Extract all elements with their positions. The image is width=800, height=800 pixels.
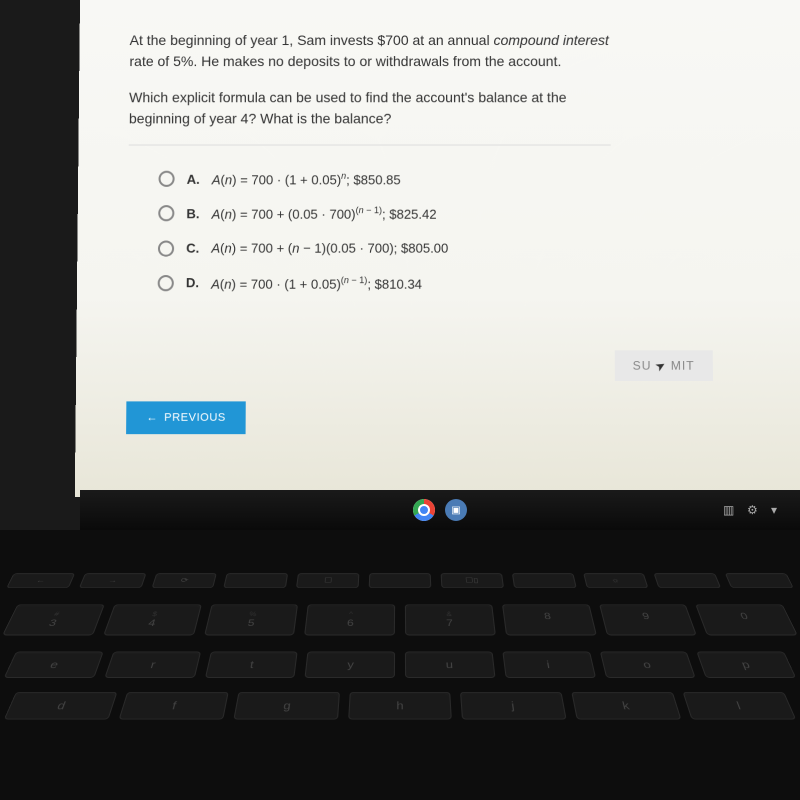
key[interactable]	[725, 573, 794, 588]
key[interactable]: ☐▯	[440, 573, 503, 588]
key-e[interactable]: e	[4, 652, 104, 678]
number-row: #3 $4 %5 ^6 &7 8 9 0	[2, 604, 798, 635]
cursor-icon: ➤	[653, 357, 670, 375]
key[interactable]: ←	[6, 573, 75, 588]
question-text: At the beginning of year 1, Sam invests …	[129, 30, 610, 72]
key[interactable]: &7	[405, 604, 496, 635]
key[interactable]: $4	[103, 604, 201, 635]
key-r[interactable]: r	[104, 652, 201, 678]
key-p[interactable]: p	[697, 652, 797, 678]
key-j[interactable]: j	[460, 692, 566, 720]
key-u[interactable]: u	[405, 652, 495, 678]
submit-label-end: MIT	[671, 358, 695, 372]
key[interactable]: ☐	[296, 573, 359, 588]
key[interactable]	[654, 573, 722, 588]
key[interactable]	[512, 573, 577, 588]
option-c[interactable]: C. A(n) = 700 + (n − 1)(0.05 · 700); $80…	[158, 240, 752, 256]
option-d[interactable]: D. A(n) = 700 · (1 + 0.05)(n − 1); $810.…	[158, 275, 753, 292]
prompt-line2: beginning of year 4? What is the balance…	[129, 110, 392, 126]
question-emphasis: compound interest	[494, 32, 609, 48]
letter-row-1: e r t y u i o p	[4, 652, 797, 678]
option-letter: B.	[186, 206, 199, 221]
key-o[interactable]: o	[599, 652, 696, 678]
wifi-icon[interactable]: ▾	[771, 503, 785, 517]
question-line2: rate of 5%. He makes no deposits to or w…	[129, 53, 561, 69]
previous-button[interactable]: PREVIOUS	[126, 401, 246, 434]
key-h[interactable]: h	[348, 692, 453, 720]
option-letter: A.	[187, 171, 200, 186]
quiz-screen: At the beginning of year 1, Sam invests …	[75, 0, 800, 497]
taskbar: ▣ ▥ ⚙ ▾	[80, 490, 800, 530]
key[interactable]: 8	[502, 604, 597, 635]
option-formula: A(n) = 700 · (1 + 0.05)n; $850.85	[212, 171, 401, 187]
key-l[interactable]: l	[683, 692, 797, 720]
option-letter: C.	[186, 241, 199, 256]
key-i[interactable]: i	[502, 652, 595, 678]
key[interactable]	[369, 573, 431, 588]
key-k[interactable]: k	[572, 692, 682, 720]
key[interactable]: 9	[599, 604, 697, 635]
arrow-left-icon	[146, 412, 158, 424]
option-a[interactable]: A. A(n) = 700 · (1 + 0.05)n; $850.85	[158, 171, 751, 187]
key[interactable]: #3	[2, 604, 104, 635]
key[interactable]: %5	[204, 604, 299, 635]
keyboard: ← → ⟳ ☐ ☐▯ ☼ #3 $4 %5 ^6 &7 8 9 0 e r t …	[0, 570, 800, 800]
option-formula: A(n) = 700 · (1 + 0.05)(n − 1); $810.34	[211, 275, 422, 292]
tray-icon[interactable]: ▥	[723, 503, 737, 517]
chrome-icon[interactable]	[413, 499, 435, 521]
key-d[interactable]: d	[4, 692, 118, 720]
system-tray: ▥ ⚙ ▾	[723, 503, 785, 517]
question-prompt: Which explicit formula can be used to fi…	[129, 87, 611, 145]
key[interactable]: ^6	[304, 604, 395, 635]
prompt-line1: Which explicit formula can be used to fi…	[129, 89, 566, 105]
key[interactable]	[224, 573, 289, 588]
previous-label: PREVIOUS	[164, 412, 226, 424]
option-formula: A(n) = 700 + (0.05 · 700)(n − 1); $825.4…	[212, 205, 437, 222]
key-g[interactable]: g	[233, 692, 339, 720]
function-row: ← → ⟳ ☐ ☐▯ ☼	[6, 573, 794, 588]
answer-options: A. A(n) = 700 · (1 + 0.05)n; $850.85 B. …	[158, 171, 753, 292]
key[interactable]: ☼	[583, 573, 649, 588]
video-chat-icon[interactable]: ▣	[445, 499, 467, 521]
key[interactable]: ⟳	[151, 573, 217, 588]
letter-row-2: d f g h j k l	[4, 692, 797, 720]
option-letter: D.	[186, 275, 199, 290]
radio-icon[interactable]	[158, 171, 174, 187]
key-t[interactable]: t	[204, 652, 297, 678]
key[interactable]: 0	[695, 604, 797, 635]
key[interactable]: →	[79, 573, 147, 588]
radio-icon[interactable]	[158, 275, 174, 291]
key-f[interactable]: f	[118, 692, 228, 720]
radio-icon[interactable]	[158, 240, 174, 256]
radio-icon[interactable]	[158, 206, 174, 222]
submit-label: SU	[633, 358, 652, 372]
settings-icon[interactable]: ⚙	[747, 503, 761, 517]
key-y[interactable]: y	[305, 652, 395, 678]
submit-button[interactable]: SU➤MIT	[614, 350, 713, 381]
question-line1-prefix: At the beginning of year 1, Sam invests …	[130, 32, 494, 48]
option-formula: A(n) = 700 + (n − 1)(0.05 · 700); $805.0…	[211, 241, 448, 256]
option-b[interactable]: B. A(n) = 700 + (0.05 · 700)(n − 1); $82…	[158, 205, 752, 222]
